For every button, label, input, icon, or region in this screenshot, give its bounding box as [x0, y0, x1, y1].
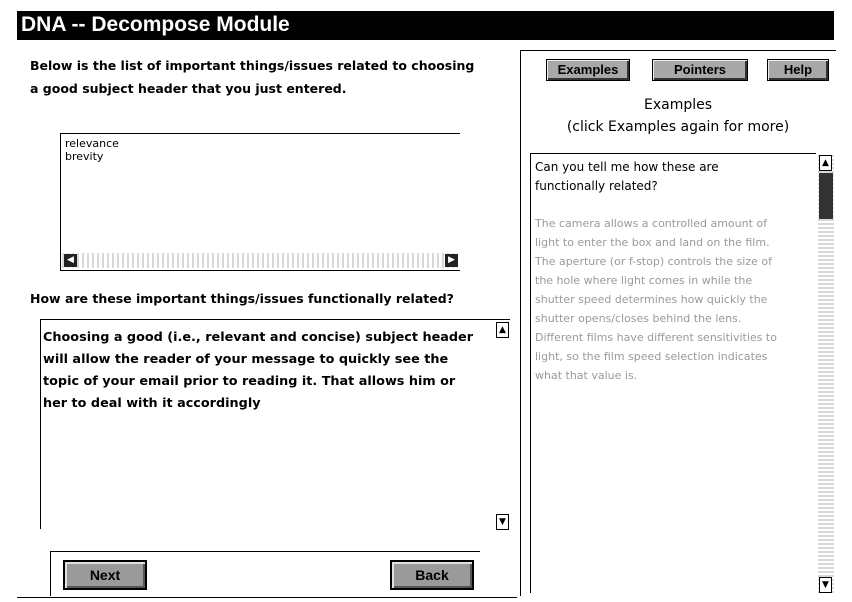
examples-title: Examples — [643, 97, 713, 113]
examples-heading: Examples (click Examples again for more) — [520, 94, 836, 138]
arrow-up-icon[interactable]: ▲ — [819, 155, 832, 171]
arrow-left-icon[interactable]: ◀ — [64, 254, 77, 267]
vertical-scrollbar[interactable] — [818, 153, 834, 593]
scroll-thumb[interactable] — [819, 173, 833, 219]
examples-subtitle: (click Examples again for more) — [566, 119, 790, 135]
divider — [17, 39, 834, 40]
instructions-text: Below is the list of important things/is… — [30, 58, 475, 96]
arrow-down-icon[interactable]: ▼ — [819, 577, 832, 593]
answer-textarea[interactable]: Choosing a good (i.e., relevant and conc… — [40, 319, 510, 529]
window-title: DNA -- Decompose Module — [17, 11, 834, 39]
divider — [50, 551, 51, 596]
arrow-down-icon[interactable]: ▼ — [496, 514, 509, 530]
examples-prompt: Can you tell me how these are functional… — [535, 160, 719, 193]
tab-help[interactable]: Help — [767, 59, 829, 81]
list-item[interactable]: relevance — [65, 137, 460, 150]
horizontal-scrollbar[interactable] — [62, 253, 458, 268]
issues-listbox[interactable]: relevance brevity — [60, 133, 460, 271]
next-button[interactable]: Next — [63, 560, 147, 590]
examples-textbox: Can you tell me how these are functional… — [530, 153, 816, 593]
divider — [50, 551, 480, 552]
examples-body: The camera allows a controlled amount of… — [535, 217, 777, 382]
tab-examples[interactable]: Examples — [546, 59, 630, 81]
arrow-up-icon[interactable]: ▲ — [496, 322, 509, 338]
tab-pointers[interactable]: Pointers — [652, 59, 748, 81]
arrow-right-icon[interactable]: ▶ — [445, 254, 458, 267]
divider — [17, 597, 517, 598]
list-item[interactable]: brevity — [65, 150, 460, 163]
back-button[interactable]: Back — [390, 560, 474, 590]
question-label: How are these important things/issues fu… — [30, 291, 454, 306]
